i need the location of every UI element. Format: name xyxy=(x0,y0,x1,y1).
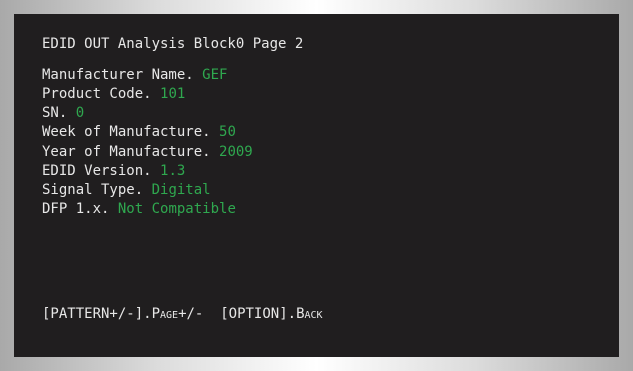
field-value: 50 xyxy=(219,124,236,140)
back-label: Back xyxy=(296,306,323,322)
field-row-sn: SN. 0 xyxy=(42,104,84,122)
field-row-product-code: Product Code. 101 xyxy=(42,85,185,103)
field-value: 0 xyxy=(75,105,85,121)
field-label: SN. xyxy=(42,105,68,121)
device-frame: EDID OUT Analysis Block0 Page 2 Manufact… xyxy=(0,0,633,371)
field-label: Manufacturer Name. xyxy=(42,67,194,83)
field-row-week-of-manufacture: Week of Manufacture. 50 xyxy=(42,123,236,141)
field-row-manufacturer-name: Manufacturer Name. GEF xyxy=(42,66,227,84)
field-value: GEF xyxy=(202,67,228,83)
field-label: DFP 1.x. xyxy=(42,201,110,217)
page-title: EDID OUT Analysis Block0 Page 2 xyxy=(42,36,304,52)
field-label: EDID Version. xyxy=(42,163,152,179)
field-row-signal-type: Signal Type. Digital xyxy=(42,181,211,199)
field-label: Week of Manufacture. xyxy=(42,124,211,140)
field-label: Product Code. xyxy=(42,86,152,102)
field-row-dfp-1x: DFP 1.x. Not Compatible xyxy=(42,200,236,218)
field-row-edid-version: EDID Version. 1.3 xyxy=(42,162,185,180)
field-value: 101 xyxy=(160,86,186,102)
field-value: 1.3 xyxy=(160,163,186,179)
field-label: Signal Type. xyxy=(42,182,144,198)
edid-analysis-screen: EDID OUT Analysis Block0 Page 2 Manufact… xyxy=(14,14,619,357)
footer-key-hints: [PATTERN+/-].Page+/- [OPTION].Back xyxy=(42,305,323,323)
page-label: Page+/- xyxy=(151,306,204,322)
field-value: 2009 xyxy=(219,144,253,160)
field-value: Digital xyxy=(151,182,211,198)
field-value: Not Compatible xyxy=(117,201,236,217)
field-row-year-of-manufacture: Year of Manufacture. 2009 xyxy=(42,143,253,161)
option-key-hint: [OPTION]. xyxy=(220,306,297,322)
pattern-key-hint: [PATTERN+/-]. xyxy=(42,306,152,322)
field-label: Year of Manufacture. xyxy=(42,144,211,160)
